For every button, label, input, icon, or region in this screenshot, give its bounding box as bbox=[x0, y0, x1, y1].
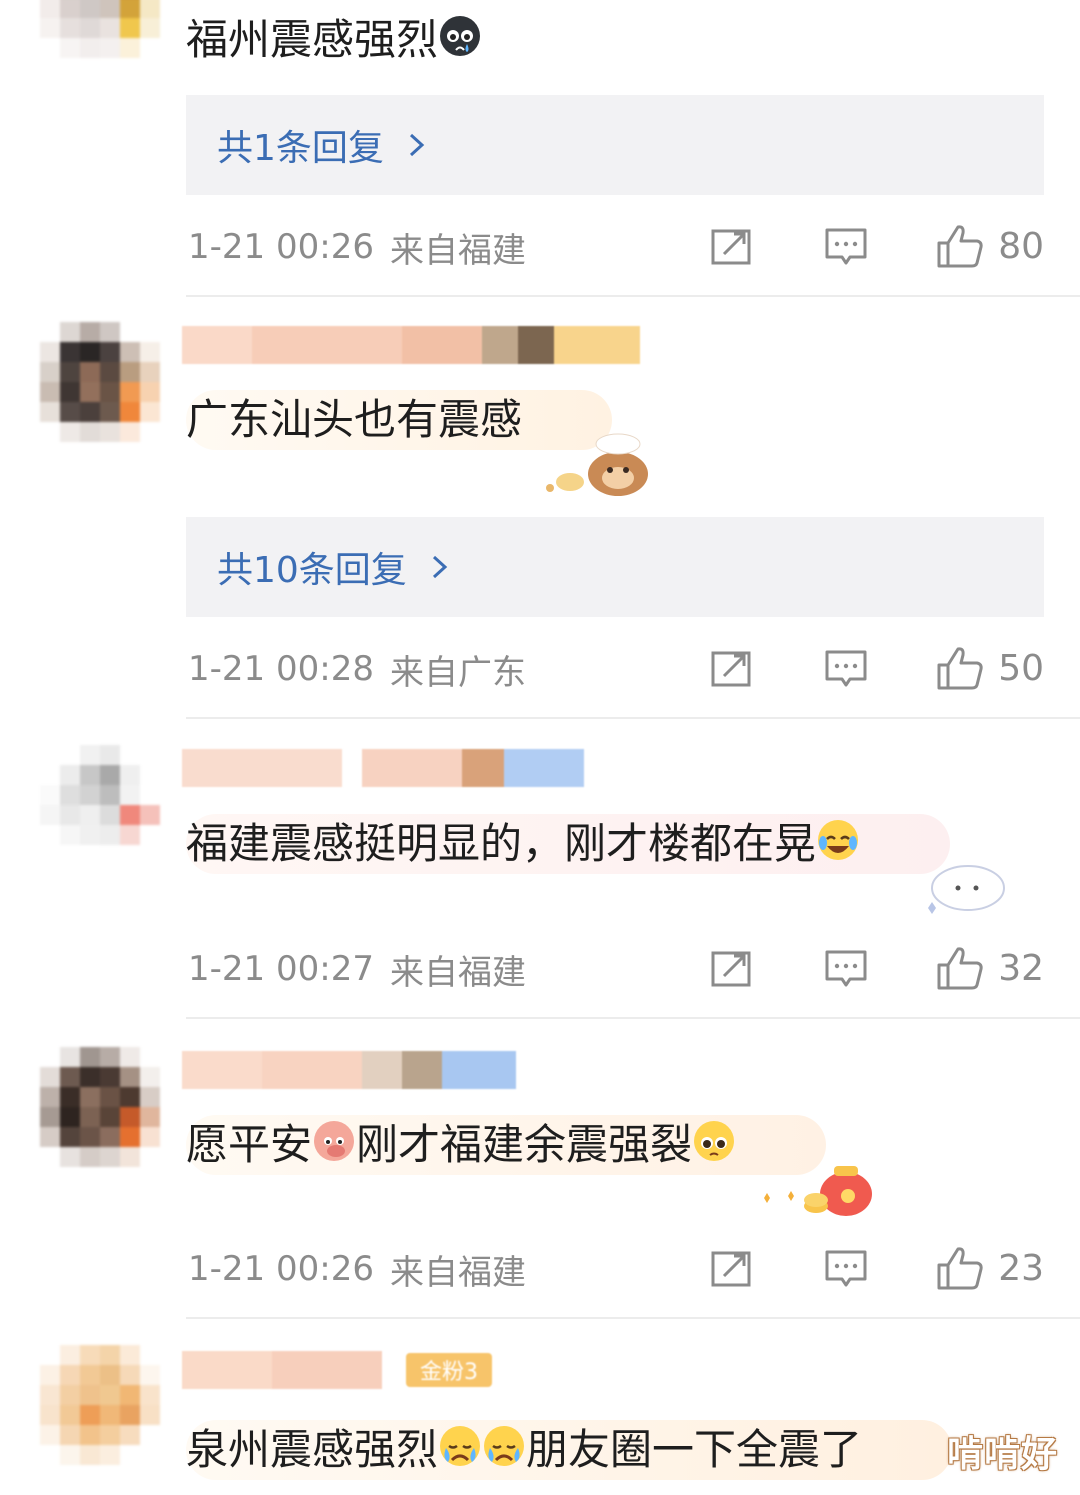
divider bbox=[186, 717, 1080, 719]
comment-meta: 1-21 00:27 来自福建 32 bbox=[188, 943, 1044, 995]
username-blurred[interactable] bbox=[182, 325, 640, 365]
timestamp: 1-21 00:28 bbox=[188, 649, 374, 689]
comment-icon[interactable] bbox=[824, 649, 868, 689]
divider bbox=[186, 1317, 1080, 1319]
comment-meta: 1-21 00:28 来自广东 50 bbox=[188, 643, 1044, 695]
location: 来自福建 bbox=[389, 230, 526, 271]
username-blurred[interactable] bbox=[182, 748, 584, 788]
timestamp: 1-21 00:26 bbox=[188, 1249, 374, 1289]
crying-face-emoji bbox=[440, 16, 481, 56]
bunny-sticker bbox=[928, 865, 1005, 914]
location: 来自广东 bbox=[389, 652, 526, 693]
chevron-right-icon bbox=[432, 555, 448, 579]
comment-icon[interactable] bbox=[824, 227, 868, 267]
repost-icon[interactable] bbox=[710, 649, 752, 689]
thumbs-up-icon[interactable] bbox=[936, 945, 984, 991]
location: 来自福建 bbox=[389, 1252, 526, 1293]
crying-face-emoji bbox=[440, 1426, 481, 1466]
bear-chef-sticker bbox=[546, 433, 648, 496]
comment-text: 福州震感强烈 bbox=[186, 10, 572, 70]
avatar[interactable] bbox=[40, 1345, 160, 1465]
laughing-tears-emoji bbox=[818, 820, 859, 860]
repost-icon[interactable] bbox=[710, 949, 752, 989]
replies-button[interactable]: 共10条回复 bbox=[186, 517, 1044, 617]
avatar[interactable] bbox=[40, 1047, 160, 1167]
comment-icon[interactable] bbox=[824, 949, 868, 989]
replies-label: 共1条回复 bbox=[217, 128, 384, 169]
comment-text: 福建震感挺明显的，刚才楼都在晃 bbox=[186, 814, 951, 874]
username-blurred[interactable] bbox=[182, 1050, 516, 1090]
location: 来自福建 bbox=[389, 952, 526, 993]
comment-text: 泉州震感强烈 朋友圈一下全震了 bbox=[186, 1420, 953, 1480]
comment-meta: 1-21 00:26 来自福建 80 bbox=[188, 221, 1044, 273]
chevron-right-icon bbox=[409, 133, 425, 157]
pig-emoji bbox=[314, 1121, 355, 1161]
like-count: 23 bbox=[998, 1248, 1044, 1289]
timestamp: 1-21 00:26 bbox=[188, 227, 374, 267]
username-blurred[interactable]: 金粉3 bbox=[182, 1350, 492, 1390]
divider bbox=[186, 1017, 1080, 1019]
comment-meta: 1-21 00:26 来自福建 23 bbox=[188, 1243, 1044, 1295]
replies-label: 共10条回复 bbox=[217, 550, 407, 591]
pleading-face-emoji bbox=[694, 1121, 735, 1161]
watermark-text: 啃啃好 bbox=[946, 1434, 1058, 1475]
avatar[interactable] bbox=[40, 322, 160, 442]
avatar[interactable] bbox=[40, 745, 160, 865]
thumbs-up-icon[interactable] bbox=[936, 1245, 984, 1291]
fan-badge: 金粉3 bbox=[406, 1353, 492, 1387]
timestamp: 1-21 00:27 bbox=[188, 949, 374, 989]
crying-face-emoji bbox=[484, 1426, 525, 1466]
thumbs-up-icon[interactable] bbox=[936, 223, 984, 269]
avatar[interactable] bbox=[40, 0, 160, 78]
like-count: 32 bbox=[998, 948, 1044, 989]
like-count: 80 bbox=[998, 226, 1044, 267]
replies-button[interactable]: 共1条回复 bbox=[186, 95, 1044, 195]
like-count: 50 bbox=[998, 648, 1044, 689]
comment-text: 愿平安 刚才福建余震强裂 bbox=[186, 1115, 827, 1175]
comment-icon[interactable] bbox=[824, 1249, 868, 1289]
repost-icon[interactable] bbox=[710, 227, 752, 267]
repost-icon[interactable] bbox=[710, 1249, 752, 1289]
divider bbox=[186, 295, 1080, 297]
lucky-bag-sticker bbox=[764, 1166, 872, 1216]
thumbs-up-icon[interactable] bbox=[936, 645, 984, 691]
